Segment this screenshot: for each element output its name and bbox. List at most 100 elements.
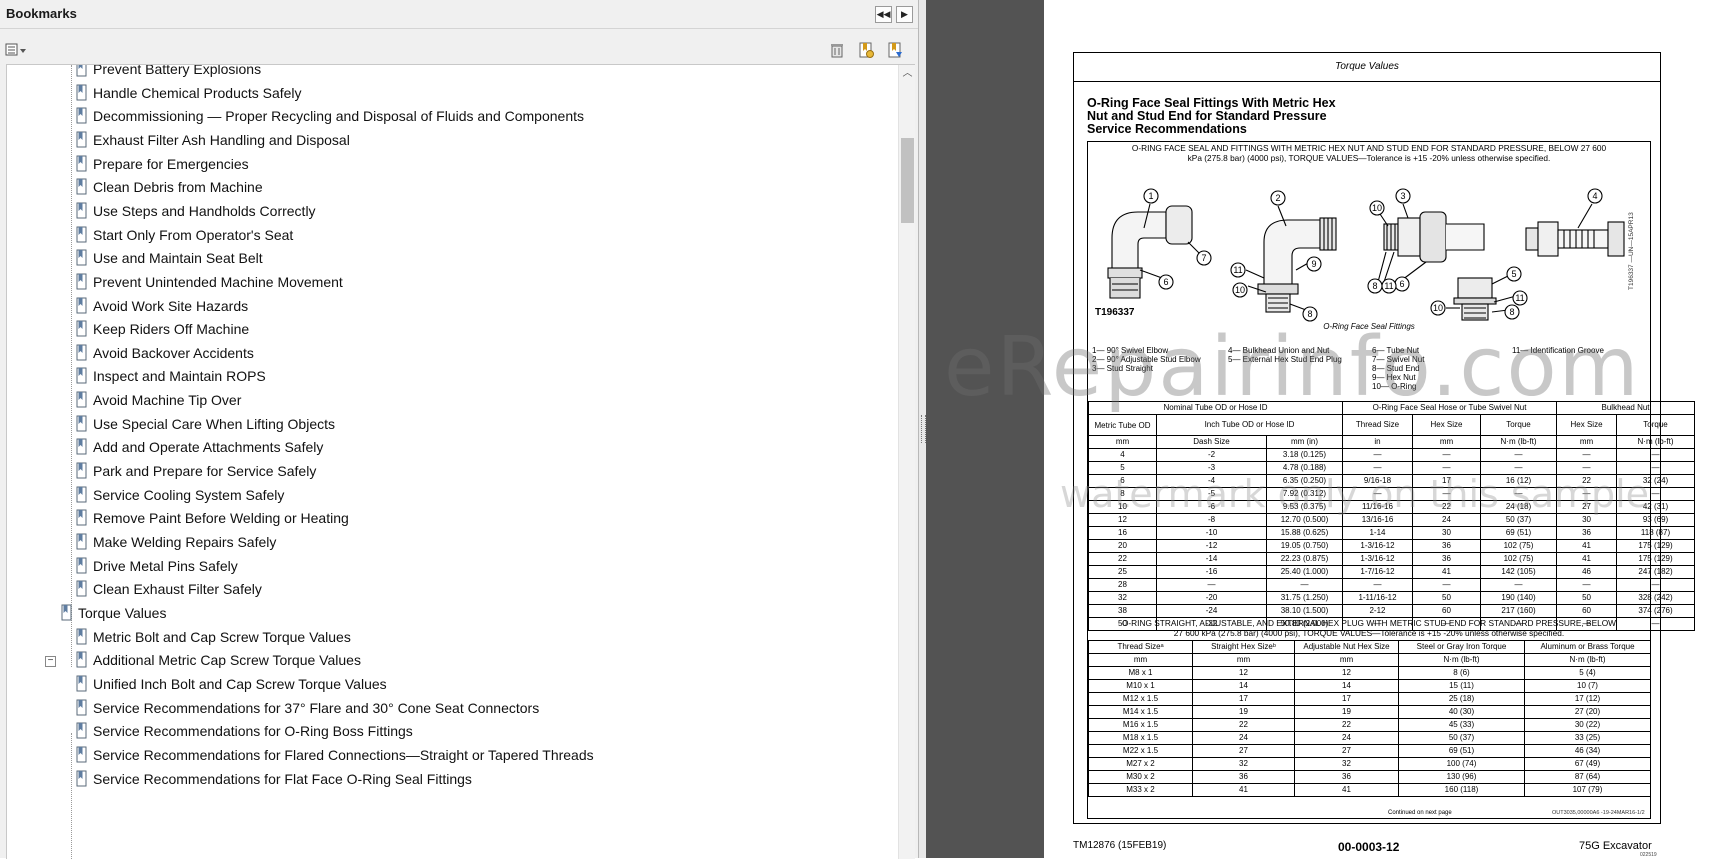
table-cell: — [1156,578,1267,592]
bookmark-label: Prepare for Emergencies [93,155,249,172]
bookmark-label: Make Welding Repairs Safely [93,534,277,550]
table-cell: 160 (118) [1398,783,1525,797]
table-row: M30 x 2 36 36 130 (96) 87 (64) [1088,770,1651,784]
table-cell: 8 (6) [1398,666,1525,680]
bookmark-label: Decommissioning — Proper Recycling and D… [93,108,585,125]
unit-cell: N·m (lb-ft) [1616,435,1696,449]
collapse-panel-icon[interactable]: ◀◀ [875,6,892,23]
legend-item: 3— Stud Straight [1092,364,1153,373]
table-cell: 17 [1294,692,1399,706]
table-cell: 22 [1294,718,1399,732]
table-cell: -3 [1156,461,1267,475]
delete-bookmark-icon[interactable] [828,41,846,59]
table-cell: — [1616,487,1696,501]
bookmark-label: Service Recommendations for O-Ring Boss … [93,723,413,740]
table-cell: 102 (75) [1479,552,1558,566]
bookmarks-panel: Bookmarks ◀◀ ▶ − Prevent Battery Explosi… [0,0,919,859]
bookmarks-header: Bookmarks ◀◀ ▶ [0,0,918,29]
bookmark-icon [76,533,87,550]
bookmark-icon [76,131,87,148]
table-cell: 12 [1192,666,1295,680]
table-cell: 87 (64) [1524,770,1651,784]
legend-column: 4— Bulkhead Union and Nut 5— External He… [1228,346,1342,364]
table-cell: — [1412,461,1481,475]
table-cell: 36 [1556,526,1618,540]
expand-bookmark-icon[interactable] [886,41,904,59]
table-cell: 40 (30) [1398,705,1525,719]
torque-content-box: O-RING FACE SEAL AND FITTINGS WITH METRI… [1087,141,1696,819]
column-header: Adjustable Nut Hex Size [1294,640,1399,654]
table-cell: 46 (34) [1524,744,1651,758]
table-cell: 102 (75) [1479,539,1558,553]
swivel-nut-torque-table: Nominal Tube OD or Hose ID O-Ring Face S… [1088,401,1696,631]
table-row: 5 -3 4.78 (0.188) — — — — — [1088,461,1696,475]
table-cell: 17 [1192,692,1295,706]
bookmark-icon [76,675,87,692]
svg-text:7: 7 [1201,253,1206,263]
bookmark-icon [76,509,87,526]
unit-cell: mm [1192,653,1295,667]
collapse-toggle-icon[interactable]: − [45,656,56,667]
bookmark-icon [76,107,87,124]
bookmark-label: Prevent Unintended Machine Movement [93,273,343,290]
table2-caption: O-RING STRAIGHT, ADJUSTABLE, AND EXTERNA… [1088,618,1650,638]
bookmark-label: Keep Riders Off Machine [93,321,250,338]
bookmark-label: Remove Paint Before Welding or Heating [93,510,349,527]
table-cell: 25 [1088,565,1157,579]
column-header: Thread Size [1342,414,1413,436]
table-cell: 69 (51) [1479,526,1558,540]
table-cell: 118 (87) [1616,526,1696,540]
bookmark-icon [76,297,87,313]
legend-column: 1— 90° Swivel Elbow 2— 90° Adjustable St… [1092,346,1201,373]
table-cell: -2 [1156,448,1267,462]
table-cell: — [1479,578,1558,592]
table-cell: 24 [1412,513,1481,527]
table-cell: 22.23 (0.875) [1266,552,1343,566]
table-cell: 41 [1556,539,1618,553]
bookmark-icon [76,391,87,408]
table-cell: M14 x 1.5 [1088,705,1193,719]
panel-splitter[interactable] [919,0,926,858]
table-cell: 1-3/16-12 [1342,552,1413,566]
svg-text:9: 9 [1311,259,1316,269]
options-menu-icon[interactable] [5,41,29,59]
table-cell: 27 [1192,744,1295,758]
bookmark-label: Service Recommendations for Flared Conne… [93,746,594,763]
table-cell: -5 [1156,487,1267,501]
bookmarks-toolbar [0,37,918,63]
legend-item: 6— Tube Nut [1372,346,1420,355]
bookmark-icon [76,770,87,786]
bookmark-label: Inspect and Maintain ROPS [93,368,266,385]
bookmark-icon [76,273,87,290]
table-cell: 46 [1556,565,1618,579]
svg-text:4: 4 [1592,191,1597,201]
svg-text:6: 6 [1163,277,1168,287]
table-cell: — [1412,487,1481,501]
table-cell: 27 [1556,500,1618,514]
table-cell: — [1342,487,1413,501]
table-cell: M33 x 2 [1088,783,1193,797]
table-cell: — [1556,487,1618,501]
footer-date-code: 022519 [1640,852,1657,858]
svg-text:6: 6 [1399,279,1404,289]
bookmark-icon [76,84,87,101]
caption-line: 27 600 kPa (275.8 bar) (4000 psi), TORQU… [1173,628,1565,638]
table-cell: 19 [1192,705,1295,719]
table-cell: 17 [1412,474,1481,488]
table-row: M12 x 1.5 17 17 25 (18) 17 (12) [1088,692,1651,706]
svg-text:1: 1 [1148,191,1153,201]
legend-item: 8— Stud End [1372,364,1420,373]
table-cell: 1-7/16-12 [1342,565,1413,579]
unit-cell: N·m (lb-ft) [1479,435,1558,449]
table-cell: 50 [1412,591,1481,605]
table-cell: 24 [1192,731,1295,745]
bookmark-icon [76,580,87,597]
column-header: Steel or Gray Iron Torque [1398,640,1525,654]
bookmarks-scrollbar[interactable]: ︿ [898,65,915,859]
table-cell: 22 [1412,500,1481,514]
tree-guide-line [71,65,72,667]
scroll-up-icon[interactable]: ︿ [899,65,915,82]
new-bookmark-icon[interactable] [857,41,875,59]
scrollbar-thumb[interactable] [901,138,914,223]
expand-panel-icon[interactable]: ▶ [896,6,913,23]
